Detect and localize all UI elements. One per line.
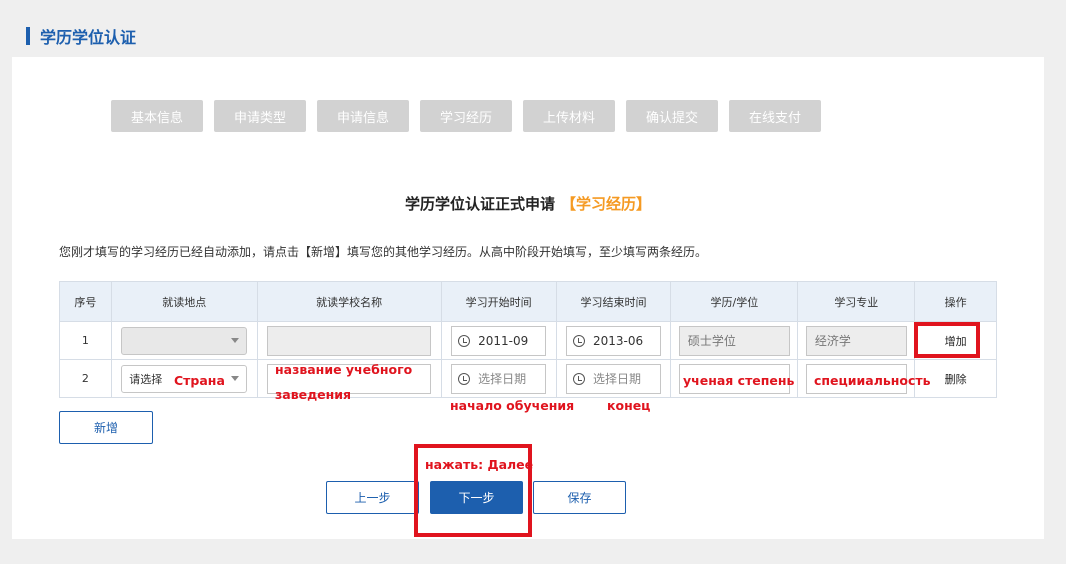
start-date-input[interactable]: 选择日期 [451, 363, 547, 394]
start-date-value: 2011-09 [478, 333, 529, 348]
step-application-info[interactable]: 申请信息 [317, 100, 409, 132]
annotation-school-name-line1: название учебного [275, 362, 413, 377]
column-header-action: 操作 [914, 281, 997, 322]
form-title: 学历学位认证正式申请 【学习经历】 [12, 193, 1044, 214]
delete-row-link[interactable]: 删除 [945, 373, 967, 386]
end-date-placeholder: 选择日期 [592, 372, 641, 386]
column-header-school: 就读学校名称 [256, 281, 442, 322]
column-header-degree: 学历/学位 [670, 281, 799, 322]
start-date-placeholder: 选择日期 [478, 372, 527, 386]
end-date-input[interactable]: 2013-06 [565, 325, 661, 356]
step-application-type[interactable]: 申请类型 [214, 100, 306, 132]
page-title: 学历学位认证 [40, 28, 137, 47]
header-accent-bar [26, 27, 30, 45]
chevron-down-icon [231, 338, 240, 343]
column-header-start: 学习开始时间 [440, 281, 557, 322]
annotation-school-name-line2: заведения [275, 387, 352, 402]
chevron-down-icon [231, 376, 240, 381]
step-confirm-submit[interactable]: 确认提交 [626, 100, 718, 132]
end-date-value: 2013-06 [592, 333, 644, 348]
prev-button[interactable]: 上一步 [326, 481, 419, 514]
major-input[interactable]: 经济学 [805, 325, 907, 356]
step-basic-info[interactable]: 基本信息 [111, 100, 203, 132]
location-select[interactable] [121, 326, 248, 355]
add-link-highlight-box [914, 322, 980, 358]
annotation-end: конец [607, 398, 651, 413]
row-number: 1 [59, 321, 112, 360]
table-header-row: 序号 就读地点 就读学校名称 学习开始时间 学习结束时间 学历/学位 学习专业 … [59, 281, 997, 322]
column-header-location: 就读地点 [110, 281, 258, 322]
annotation-country: Страна [174, 373, 225, 388]
clock-icon [572, 372, 585, 385]
annotation-press-next: нажать: Далее [425, 457, 534, 472]
start-date-input[interactable]: 2011-09 [451, 325, 547, 356]
location-select-value: 请选择 [129, 372, 163, 386]
clock-icon [458, 334, 471, 347]
annotation-start: начало обучения [450, 398, 575, 413]
step-navigation: 基本信息 申请类型 申请信息 学习经历 上传材料 确认提交 在线支付 [111, 100, 821, 132]
row-number: 2 [59, 359, 112, 398]
save-button[interactable]: 保存 [533, 481, 626, 514]
degree-input[interactable]: 硕士学位 [678, 325, 790, 356]
step-upload-materials[interactable]: 上传材料 [523, 100, 615, 132]
school-name-input[interactable] [267, 325, 432, 356]
annotation-degree: ученая степень [683, 373, 795, 388]
column-header-end: 学习结束时间 [555, 281, 672, 322]
page-header: 学历学位认证 [26, 24, 136, 48]
annotation-major: специиальность [814, 373, 931, 388]
step-study-experience[interactable]: 学习经历 [420, 100, 512, 132]
step-online-payment[interactable]: 在线支付 [729, 100, 821, 132]
column-header-no: 序号 [59, 281, 112, 322]
column-header-major: 学习专业 [797, 281, 916, 322]
intro-text: 您刚才填写的学习经历已经自动添加，请点击【新增】填写您的其他学习经历。从高中阶段… [59, 245, 708, 259]
clock-icon [572, 334, 585, 347]
form-title-text: 学历学位认证正式申请 [404, 195, 555, 213]
form-title-highlight: 【学习经历】 [561, 195, 652, 213]
add-button[interactable]: 新增 [59, 411, 153, 444]
end-date-input[interactable]: 选择日期 [565, 363, 661, 394]
table-row: 1 2011-09 2013-06 硕士学位 经济学 增加 [59, 321, 997, 360]
clock-icon [458, 372, 471, 385]
